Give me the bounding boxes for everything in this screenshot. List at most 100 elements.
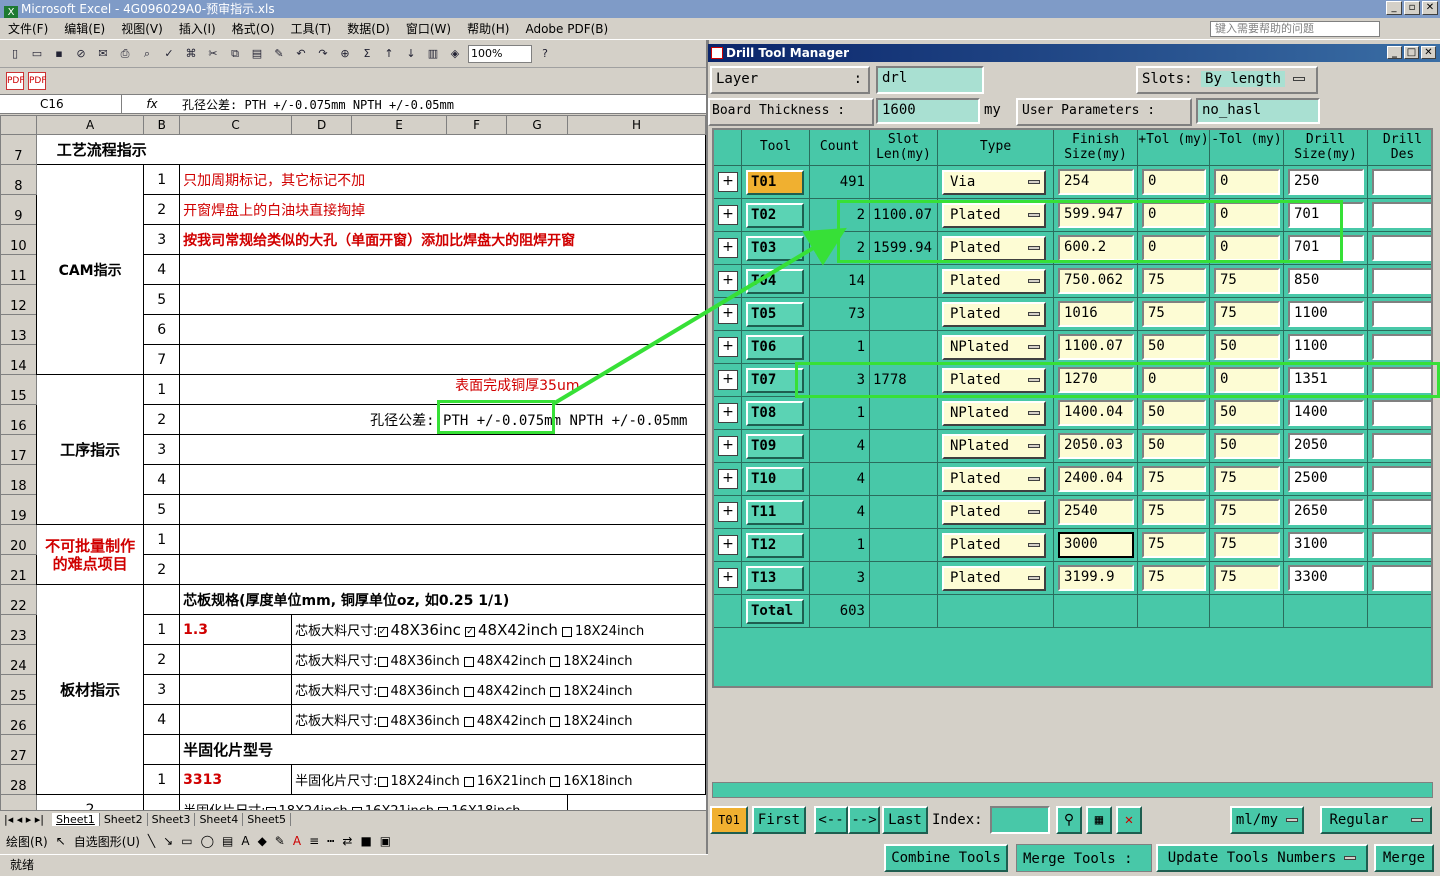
col-header-g[interactable]: G bbox=[506, 115, 569, 135]
fx-icon[interactable]: fx bbox=[122, 97, 182, 111]
minus-tol-input[interactable]: 75 bbox=[1214, 565, 1280, 591]
pdf-convert-icon[interactable]: PDF bbox=[6, 72, 25, 90]
mode-select[interactable]: Regular bbox=[1320, 806, 1432, 834]
type-select[interactable]: NPlated bbox=[942, 401, 1046, 426]
checkbox-icon[interactable] bbox=[562, 626, 573, 637]
empty-cell[interactable] bbox=[179, 344, 706, 375]
horizontal-scrollbar[interactable] bbox=[712, 782, 1433, 798]
pdf-email-icon[interactable]: PDF bbox=[28, 72, 47, 90]
drill-size-input[interactable]: 1100 bbox=[1288, 334, 1364, 360]
menu-item[interactable]: 编辑(E) bbox=[64, 20, 105, 37]
row-header[interactable]: 11 bbox=[0, 254, 37, 285]
item-number[interactable]: 1 bbox=[143, 614, 181, 645]
layer-input[interactable]: drl bbox=[876, 66, 984, 94]
undo-icon[interactable]: ↶ bbox=[292, 45, 310, 63]
cam-item[interactable]: 只加周期标记，其它标记不加 bbox=[179, 164, 706, 195]
dash-style-icon[interactable]: ┅ bbox=[327, 834, 334, 848]
tool-button[interactable]: T06 bbox=[746, 335, 804, 360]
material-label[interactable]: 板材指示 bbox=[35, 584, 145, 795]
row-header[interactable]: 27 bbox=[0, 734, 37, 765]
checkbox-checked-icon[interactable]: ✓ bbox=[377, 626, 388, 637]
paste-icon[interactable]: ▤ bbox=[248, 45, 266, 63]
sort-asc-icon[interactable]: ↑ bbox=[380, 45, 398, 63]
empty-cell[interactable] bbox=[179, 704, 293, 735]
checkbox-icon[interactable] bbox=[550, 656, 561, 667]
maximize-icon[interactable]: □ bbox=[1404, 46, 1419, 59]
combine-tools-button[interactable]: Combine Tools bbox=[884, 844, 1008, 872]
item-number[interactable]: 4 bbox=[143, 254, 181, 285]
minus-tol-input[interactable]: 75 bbox=[1214, 268, 1280, 294]
menu-item[interactable]: 文件(F) bbox=[8, 20, 48, 37]
drill-des-input[interactable] bbox=[1372, 565, 1431, 591]
help-icon[interactable]: ? bbox=[536, 45, 554, 63]
textbox-icon[interactable]: ▤ bbox=[222, 834, 233, 848]
finish-size-input[interactable]: 2050.03 bbox=[1058, 433, 1134, 459]
item-number[interactable]: 2 bbox=[143, 644, 181, 675]
row-header[interactable]: 13 bbox=[0, 314, 37, 345]
menu-item[interactable]: Adobe PDF(B) bbox=[525, 22, 608, 36]
row-header[interactable]: 22 bbox=[0, 584, 37, 615]
empty-cell[interactable] bbox=[179, 644, 293, 675]
core-value[interactable]: 1.3 bbox=[179, 614, 293, 645]
row-header[interactable]: 26 bbox=[0, 704, 37, 735]
worksheet-grid[interactable]: ABCDEFGH 7 工艺流程指示 8 CAM指示 1 只加周期标记，其它标记不加 92… bbox=[0, 115, 706, 810]
name-box[interactable]: C16 bbox=[0, 95, 122, 113]
plus-tol-input[interactable]: 50 bbox=[1142, 334, 1206, 360]
col-header-d[interactable]: D bbox=[291, 115, 353, 135]
cam-label[interactable]: CAM指示 bbox=[35, 164, 145, 375]
board-thickness-input[interactable]: 1600 bbox=[876, 98, 980, 124]
slots-value[interactable]: By length bbox=[1201, 71, 1285, 87]
checkbox-icon[interactable] bbox=[377, 716, 388, 727]
expand-plus-icon[interactable]: + bbox=[718, 502, 738, 522]
index-input[interactable] bbox=[990, 806, 1050, 834]
core-size-row[interactable]: 芯板大料尺寸: 48X36inch 48X42inch 18X24inch bbox=[291, 704, 706, 735]
menu-item[interactable]: 数据(D) bbox=[347, 20, 390, 37]
select-all-corner[interactable] bbox=[0, 115, 37, 135]
row-header[interactable]: 20 bbox=[0, 524, 37, 555]
checkbox-icon[interactable] bbox=[463, 656, 474, 667]
core-size-row[interactable]: 芯板大料尺寸: 48X36inch 48X42inch 18X24inch bbox=[291, 674, 706, 705]
tool-button[interactable]: T05 bbox=[746, 302, 804, 327]
drill-des-input[interactable] bbox=[1372, 235, 1431, 261]
plus-tol-input[interactable]: 75 bbox=[1142, 268, 1206, 294]
item-number[interactable]: 2 bbox=[143, 194, 181, 225]
drill-size-input[interactable]: 3300 bbox=[1288, 565, 1364, 591]
type-select[interactable]: NPlated bbox=[942, 434, 1046, 459]
item-number[interactable]: 4 bbox=[143, 464, 181, 495]
next-button[interactable]: --> bbox=[848, 806, 880, 834]
minus-tol-input[interactable]: 0 bbox=[1214, 169, 1280, 195]
plus-tol-input[interactable]: 0 bbox=[1142, 169, 1206, 195]
col-header-f[interactable]: F bbox=[446, 115, 508, 135]
expand-plus-icon[interactable]: + bbox=[718, 271, 738, 291]
type-select[interactable]: Plated bbox=[942, 269, 1046, 294]
row-header[interactable]: 24 bbox=[0, 644, 37, 675]
expand-plus-icon[interactable]: + bbox=[718, 172, 738, 192]
drill-des-input[interactable] bbox=[1372, 202, 1431, 228]
empty-cell[interactable] bbox=[179, 494, 706, 525]
filter-icon[interactable]: ▦ bbox=[1086, 806, 1112, 834]
tool-button[interactable]: T08 bbox=[746, 401, 804, 426]
empty-cell[interactable] bbox=[179, 254, 706, 285]
prepreg-size-row[interactable]: 半固化片尺寸:18X24inch 16X21inch 16X18inch bbox=[179, 794, 569, 810]
empty-cell[interactable] bbox=[179, 554, 706, 585]
item-number[interactable]: 4 bbox=[143, 704, 181, 735]
merge-button[interactable]: Merge bbox=[1374, 844, 1434, 872]
drill-des-input[interactable] bbox=[1372, 466, 1431, 492]
row-header[interactable]: 25 bbox=[0, 674, 37, 705]
empty-cell[interactable] bbox=[143, 584, 181, 615]
tool-button[interactable]: T02 bbox=[746, 203, 804, 228]
expand-plus-icon[interactable]: + bbox=[718, 370, 738, 390]
tool-button[interactable]: T11 bbox=[746, 500, 804, 525]
minimize-icon[interactable]: _ bbox=[1386, 1, 1402, 15]
checkbox-icon[interactable] bbox=[377, 686, 388, 697]
col-header-c[interactable]: C bbox=[179, 115, 293, 135]
checkbox-icon[interactable] bbox=[550, 686, 561, 697]
finish-size-input[interactable]: 1016 bbox=[1058, 301, 1134, 327]
zoom-select[interactable]: 100% bbox=[468, 44, 532, 63]
checkbox-checked-icon[interactable]: ✓ bbox=[465, 626, 476, 637]
type-select[interactable]: Plated bbox=[942, 467, 1046, 492]
autoshapes-menu[interactable]: 自选图形(U) bbox=[74, 833, 140, 850]
select-arrow-icon[interactable]: ↖ bbox=[56, 834, 66, 848]
menu-item[interactable]: 视图(V) bbox=[121, 20, 163, 37]
update-tools-numbers-select[interactable]: Update Tools Numbers bbox=[1156, 844, 1368, 872]
